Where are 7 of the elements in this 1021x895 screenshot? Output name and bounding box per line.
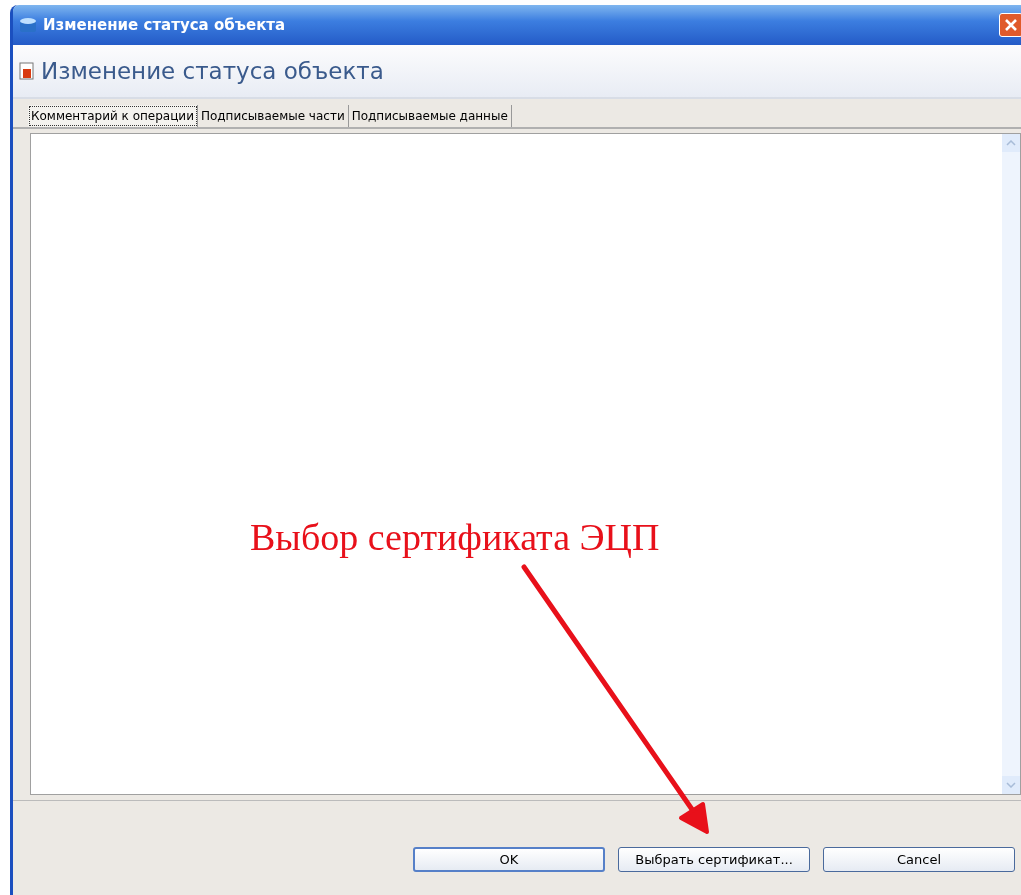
dialog-heading: Изменение статуса объекта: [41, 58, 384, 84]
dialog-button[interactable]: Выбрать сертификат...: [618, 847, 810, 872]
dialog-button[interactable]: OK: [413, 847, 605, 872]
window-title: Изменение статуса объекта: [43, 16, 286, 34]
dialog-button[interactable]: Cancel: [823, 847, 1015, 872]
tab[interactable]: Комментарий к операции: [28, 105, 198, 127]
annotation-text: Выбор сертификата ЭЦП: [250, 515, 660, 559]
